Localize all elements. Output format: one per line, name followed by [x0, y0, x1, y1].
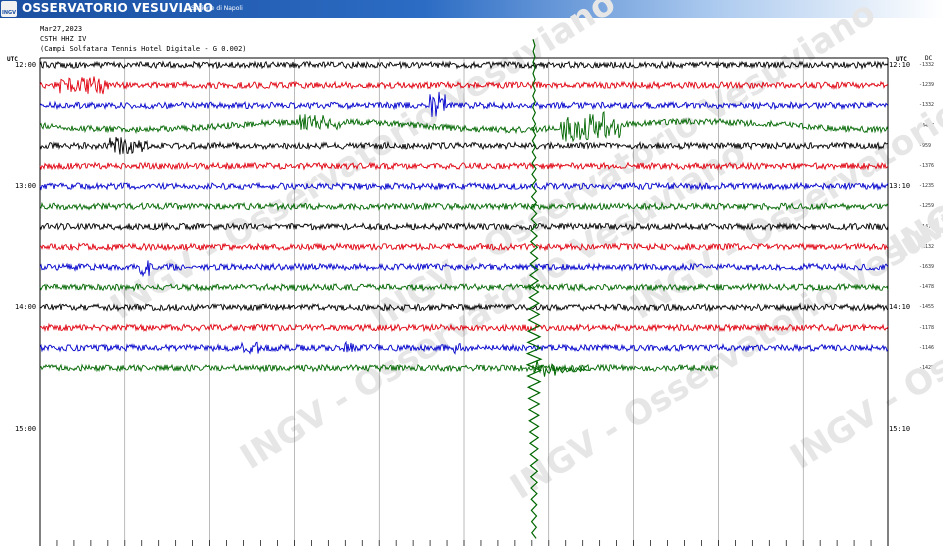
seismogram-plot: INGV - Osservatorio VesuvianoINGV - Osse… [39, 0, 943, 546]
ticks-layer [39, 540, 889, 546]
watermark-layer: INGV - Osservatorio VesuvianoINGV - Osse… [104, 0, 943, 508]
